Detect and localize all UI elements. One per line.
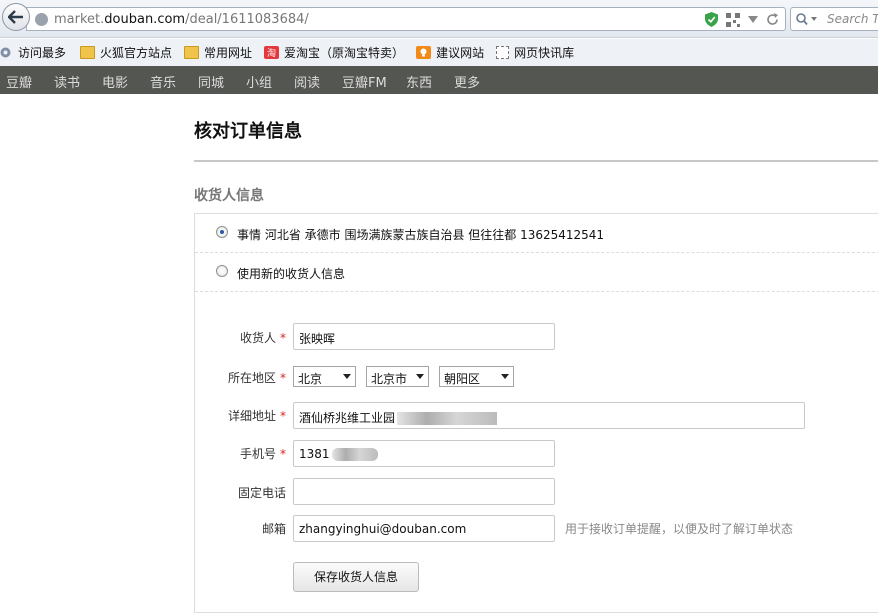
douban-top-nav: 豆瓣 读书 电影 音乐 同城 小组 阅读 豆瓣FM 东西 更多 [0, 66, 878, 94]
nav-dongxi[interactable]: 东西 [406, 72, 432, 91]
phone-label: 固定电话 [237, 486, 286, 500]
mobile-label: 手机号 * [239, 447, 286, 461]
folder-icon [184, 46, 200, 59]
svg-text:淘: 淘 [267, 47, 276, 59]
address-input[interactable]: 酒仙桥兆维工业园 [293, 402, 805, 429]
section-title: 收货人信息 [194, 188, 264, 204]
nav-movies[interactable]: 电影 [102, 72, 128, 91]
chevron-down-icon [416, 374, 424, 379]
page-icon [496, 46, 510, 59]
address-label: 详细地址 * [227, 409, 286, 423]
nav-more[interactable]: 更多 [454, 72, 480, 91]
nav-books[interactable]: 读书 [54, 72, 80, 91]
new-address-option[interactable]: 使用新的收货人信息 [195, 253, 878, 292]
mobile-input[interactable]: 1381 [293, 440, 555, 467]
redacted-text [397, 412, 498, 425]
search-field[interactable]: Search Ti [790, 7, 878, 31]
globe-icon [35, 13, 48, 26]
email-label: 邮箱 [261, 522, 286, 536]
nav-music[interactable]: 音乐 [150, 72, 176, 91]
chevron-down-icon [501, 374, 509, 379]
nav-groups[interactable]: 小组 [246, 72, 272, 91]
nav-local[interactable]: 同城 [198, 72, 224, 91]
province-select[interactable]: 北京 [293, 366, 356, 387]
gear-icon [0, 47, 11, 58]
name-label: 收货人 * [239, 331, 286, 345]
new-address-text: 使用新的收货人信息 [237, 267, 346, 281]
saved-address-radio[interactable] [216, 226, 228, 238]
bookmark-web-slices[interactable]: 网页快讯库 [496, 44, 574, 61]
redacted-text [331, 448, 378, 461]
name-input[interactable]: 张映晖 [293, 323, 555, 350]
taobao-icon: 淘 [264, 46, 280, 59]
shield-icon[interactable] [705, 12, 718, 27]
bookmarks-bar: 访问最多 火狐官方站点 常用网址 淘 爱淘宝（原淘宝特卖） 建议网站 网页快讯库 [0, 39, 878, 66]
back-button[interactable] [2, 3, 30, 31]
browser-toolbar: market.douban.com/deal/1611083684/ Searc… [0, 0, 878, 38]
nav-douban[interactable]: 豆瓣 [6, 72, 32, 91]
folder-icon [80, 46, 96, 59]
search-placeholder: Search Ti [827, 12, 878, 26]
phone-input[interactable] [293, 478, 555, 505]
save-receiver-button[interactable]: 保存收货人信息 [293, 562, 419, 592]
qr-code-icon[interactable] [726, 12, 740, 27]
bookmark-common-sites[interactable]: 常用网址 [184, 44, 252, 61]
saved-address-option[interactable]: 事情 河北省 承德市 围场满族蒙古族自治县 但往往都 13625412541 [195, 214, 878, 253]
bookmark-most-visited[interactable]: 访问最多 [0, 44, 66, 61]
bookmark-ai-taobao[interactable]: 淘 爱淘宝（原淘宝特卖） [264, 44, 404, 61]
reload-icon[interactable] [766, 13, 779, 26]
page-title: 核对订单信息 [194, 121, 302, 142]
region-label: 所在地区 * [227, 371, 286, 385]
saved-address-text: 事情 河北省 承德市 围场满族蒙古族自治县 但往往都 13625412541 [237, 228, 605, 242]
chevron-down-icon [343, 374, 351, 379]
bookmark-firefox-site[interactable]: 火狐官方站点 [80, 44, 172, 61]
email-input[interactable]: zhangyinghui@douban.com [293, 515, 555, 542]
search-icon [796, 13, 817, 26]
email-hint: 用于接收订单提醒，以便及时了解订单状态 [565, 522, 794, 536]
back-arrow-icon [8, 10, 23, 24]
city-select[interactable]: 北京市 [366, 366, 429, 387]
url-text[interactable]: market.douban.com/deal/1611083684/ [54, 12, 309, 27]
new-address-radio[interactable] [216, 265, 228, 277]
bookmark-suggested[interactable]: 建议网站 [416, 44, 484, 61]
dropdown-arrow-icon[interactable] [748, 15, 758, 24]
nav-fm[interactable]: 豆瓣FM [342, 72, 387, 91]
title-divider [194, 160, 878, 162]
url-field[interactable]: market.douban.com/deal/1611083684/ [26, 7, 786, 31]
lightbulb-icon [416, 46, 432, 59]
nav-read[interactable]: 阅读 [294, 72, 320, 91]
district-select[interactable]: 朝阳区 [439, 366, 514, 387]
